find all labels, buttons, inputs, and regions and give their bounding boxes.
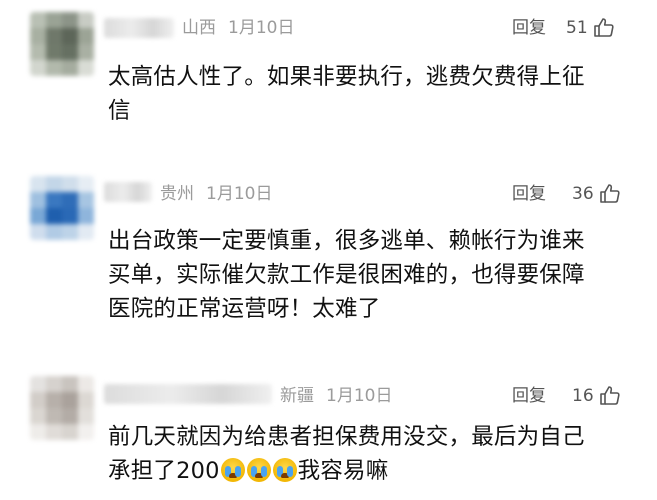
comment-text-line: 出台政策一定要慎重，很多逃单、赖帐行为谁来: [108, 228, 585, 254]
region-label: 山西: [182, 18, 216, 38]
reply-button[interactable]: 回复: [512, 385, 546, 407]
avatar[interactable]: [30, 176, 94, 240]
crying-face-emoji: [246, 458, 271, 482]
comment-text-line: 前几天就因为给患者担保费用没交，最后为自己: [108, 424, 585, 450]
comment-text: 出台政策一定要慎重，很多逃单、赖帐行为谁来 买单，实际催欠款工作是很困难的，也得…: [108, 224, 628, 326]
like-count: 16: [572, 386, 594, 406]
username[interactable]: [104, 182, 152, 202]
comment-date: 1月10日: [206, 184, 273, 204]
thumbs-up-icon: [599, 386, 620, 405]
avatar[interactable]: [30, 376, 94, 440]
comment-meta: 贵州 1月10日: [160, 184, 272, 204]
reply-button[interactable]: 回复: [512, 17, 546, 39]
username[interactable]: [104, 18, 174, 38]
comment-text-line: 买单，实际催欠款工作是很困难的，也得要保障: [108, 262, 585, 288]
like-button[interactable]: 36: [572, 180, 622, 208]
comment-text: 太高估人性了。如果非要执行，逃费欠费得上征 信: [108, 60, 628, 128]
crying-face-emoji: [272, 458, 297, 482]
comment-item: 新疆 1月10日 回复 16 前几天就因为给患者担保费用没交，最后为自己 承担了2…: [0, 376, 657, 500]
crying-face-emoji: [220, 458, 245, 482]
like-count: 51: [566, 18, 588, 38]
comment-text-line: 太高估人性了。如果非要执行，逃费欠费得上征: [108, 64, 585, 90]
thumbs-up-icon: [599, 184, 620, 203]
comment-date: 1月10日: [326, 386, 393, 406]
like-count: 36: [572, 184, 594, 204]
comment-text-line: 信: [108, 98, 131, 124]
comment-date: 1月10日: [228, 18, 295, 38]
comment-text-fragment: 我容易嘛: [297, 458, 389, 484]
comment-meta: 山西 1月10日: [182, 18, 294, 38]
username[interactable]: [104, 384, 272, 404]
region-label: 贵州: [160, 184, 194, 204]
comment-text-line: 承担了200 我容易嘛: [108, 454, 628, 488]
region-label: 新疆: [280, 386, 314, 406]
thumbs-up-icon: [593, 18, 614, 37]
comment-item: 贵州 1月10日 回复 36 出台政策一定要慎重，很多逃单、赖帐行为谁来 买单，实…: [0, 176, 657, 356]
like-button[interactable]: 51: [566, 14, 616, 42]
reply-button[interactable]: 回复: [512, 183, 546, 205]
comment-text: 前几天就因为给患者担保费用没交，最后为自己 承担了200 我容易嘛: [108, 420, 628, 488]
avatar[interactable]: [30, 12, 94, 76]
like-button[interactable]: 16: [572, 382, 622, 410]
comment-text-fragment: 承担了200: [108, 458, 220, 484]
comment-meta: 新疆 1月10日: [280, 386, 392, 406]
comment-text-line: 医院的正常运营呀！太难了: [108, 296, 381, 322]
comment-item: 山西 1月10日 回复 51 太高估人性了。如果非要执行，逃费欠费得上征 信: [0, 12, 657, 162]
